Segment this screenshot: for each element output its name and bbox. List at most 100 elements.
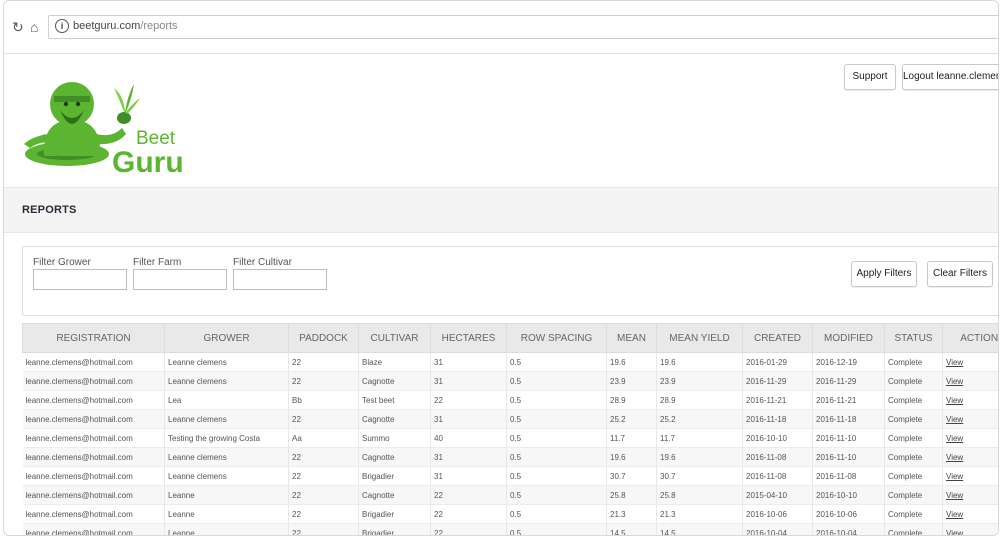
- column-header-grower[interactable]: GROWER: [164, 323, 289, 353]
- table-cell: 31: [430, 352, 507, 372]
- table-cell: 2016-10-06: [812, 504, 885, 524]
- table-cell: 0.5: [506, 466, 607, 486]
- view-link[interactable]: View: [946, 491, 963, 500]
- filter-cultivar-label: Filter Cultivar: [233, 257, 292, 268]
- view-link[interactable]: View: [946, 434, 963, 443]
- view-link[interactable]: View: [946, 396, 963, 405]
- column-header-cultivar[interactable]: CULTIVAR: [358, 323, 431, 353]
- column-header-row-spacing[interactable]: ROW SPACING: [506, 323, 607, 353]
- view-link[interactable]: View: [946, 358, 963, 367]
- table-cell: 0.5: [506, 409, 607, 429]
- beet-guru-logo[interactable]: Beet Guru: [22, 68, 197, 178]
- table-cell: leanne.clemens@hotmail.com: [22, 371, 165, 391]
- table-cell: leanne.clemens@hotmail.com: [22, 466, 165, 486]
- table-cell: Leanne clemens: [164, 352, 289, 372]
- table-cell: 31: [430, 447, 507, 467]
- reports-table-container: REGISTRATION GROWER PADDOCK CULTIVAR HECTARE…: [22, 323, 998, 536]
- browser-toolbar: ↻ ⌂ i beetguru.com/reports: [4, 1, 998, 54]
- reports-table: REGISTRATION GROWER PADDOCK CULTIVAR HECTARE…: [22, 323, 998, 536]
- column-header-created[interactable]: CREATED: [742, 323, 813, 353]
- table-cell: 25.8: [656, 485, 743, 505]
- filter-farm-input[interactable]: [133, 269, 227, 290]
- table-cell: View: [942, 523, 998, 536]
- view-link[interactable]: View: [946, 529, 963, 536]
- table-row: leanne.clemens@hotmail.com Lea Bb Test beet…: [22, 390, 998, 410]
- table-row: leanne.clemens@hotmail.com Leanne clemens…: [22, 352, 998, 372]
- table-cell: View: [942, 466, 998, 486]
- logout-button[interactable]: Logout leanne.clemens: [902, 64, 998, 90]
- column-header-mean-yield[interactable]: MEAN YIELD: [656, 323, 743, 353]
- support-button[interactable]: Support: [844, 64, 896, 90]
- table-cell: 22: [430, 485, 507, 505]
- table-cell: 0.5: [506, 447, 607, 467]
- table-cell: leanne.clemens@hotmail.com: [22, 523, 165, 535]
- column-header-modified[interactable]: MODIFIED: [812, 323, 885, 353]
- table-row: leanne.clemens@hotmail.com Leanne clemens…: [22, 409, 998, 429]
- table-cell: View: [942, 409, 998, 429]
- table-cell: 22: [288, 523, 359, 535]
- table-cell: 25.8: [606, 485, 657, 505]
- table-cell: 2016-10-06: [742, 504, 813, 524]
- table-cell: leanne.clemens@hotmail.com: [22, 447, 165, 467]
- table-cell: Complete: [884, 428, 943, 448]
- reload-icon[interactable]: ↻: [12, 19, 24, 35]
- view-link[interactable]: View: [946, 377, 963, 386]
- table-cell: 19.6: [656, 447, 743, 467]
- table-cell: 22: [288, 504, 359, 524]
- column-header-registration[interactable]: REGISTRATION: [22, 323, 165, 353]
- table-cell: View: [942, 371, 998, 391]
- table-header-row: REGISTRATION GROWER PADDOCK CULTIVAR HECTARE…: [22, 323, 998, 353]
- table-cell: 0.5: [506, 504, 607, 524]
- table-cell: leanne.clemens@hotmail.com: [22, 504, 165, 524]
- view-link[interactable]: View: [946, 453, 963, 462]
- table-cell: View: [942, 504, 998, 524]
- table-cell: Test beet: [358, 390, 431, 410]
- view-link[interactable]: View: [946, 415, 963, 424]
- table-cell: 25.2: [656, 409, 743, 429]
- table-cell: Complete: [884, 390, 943, 410]
- clear-filters-button[interactable]: Clear Filters: [927, 261, 993, 287]
- column-header-actions[interactable]: ACTIONS: [942, 323, 998, 353]
- table-cell: Complete: [884, 371, 943, 391]
- view-link[interactable]: View: [946, 472, 963, 481]
- table-cell: Brigadier: [358, 504, 431, 524]
- column-header-hectares[interactable]: HECTARES: [430, 323, 507, 353]
- table-cell: 2016-10-10: [812, 485, 885, 505]
- table-cell: 14.5: [606, 523, 657, 535]
- view-link[interactable]: View: [946, 510, 963, 519]
- home-icon[interactable]: ⌂: [30, 19, 38, 35]
- address-bar[interactable]: i beetguru.com/reports: [48, 15, 998, 39]
- filter-panel: Filter Grower Filter Farm Filter Cultiva…: [22, 246, 998, 316]
- column-header-paddock[interactable]: PADDOCK: [288, 323, 359, 353]
- table-cell: 22: [288, 409, 359, 429]
- table-cell: Complete: [884, 447, 943, 467]
- table-cell: 28.9: [606, 390, 657, 410]
- table-cell: leanne.clemens@hotmail.com: [22, 485, 165, 505]
- table-cell: Leanne: [164, 523, 289, 535]
- table-cell: 30.7: [606, 466, 657, 486]
- table-cell: 25.2: [606, 409, 657, 429]
- table-cell: 0.5: [506, 371, 607, 391]
- apply-filters-button[interactable]: Apply Filters: [851, 261, 917, 287]
- table-cell: 31: [430, 371, 507, 391]
- filter-cultivar-input[interactable]: [233, 269, 327, 290]
- table-cell: View: [942, 447, 998, 467]
- table-cell: 2016-01-29: [742, 352, 813, 372]
- url-text: beetguru.com/reports: [73, 20, 178, 32]
- table-cell: 31: [430, 409, 507, 429]
- table-cell: 2016-11-21: [812, 390, 885, 410]
- table-cell: 2016-11-10: [812, 428, 885, 448]
- table-cell: 22: [288, 352, 359, 372]
- column-header-status[interactable]: STATUS: [884, 323, 943, 353]
- site-header: Beet Guru Support Logout leanne.clemens: [4, 54, 998, 188]
- table-cell: 0.5: [506, 390, 607, 410]
- table-cell: Leanne clemens: [164, 371, 289, 391]
- column-header-mean[interactable]: MEAN: [606, 323, 657, 353]
- info-icon[interactable]: i: [55, 19, 69, 33]
- table-row: leanne.clemens@hotmail.com Leanne clemens…: [22, 466, 998, 486]
- filter-grower-input[interactable]: [33, 269, 127, 290]
- table-cell: Testing the growing Costa: [164, 428, 289, 448]
- table-row: leanne.clemens@hotmail.com Leanne clemens…: [22, 371, 998, 391]
- table-cell: leanne.clemens@hotmail.com: [22, 409, 165, 429]
- table-cell: Blaze: [358, 352, 431, 372]
